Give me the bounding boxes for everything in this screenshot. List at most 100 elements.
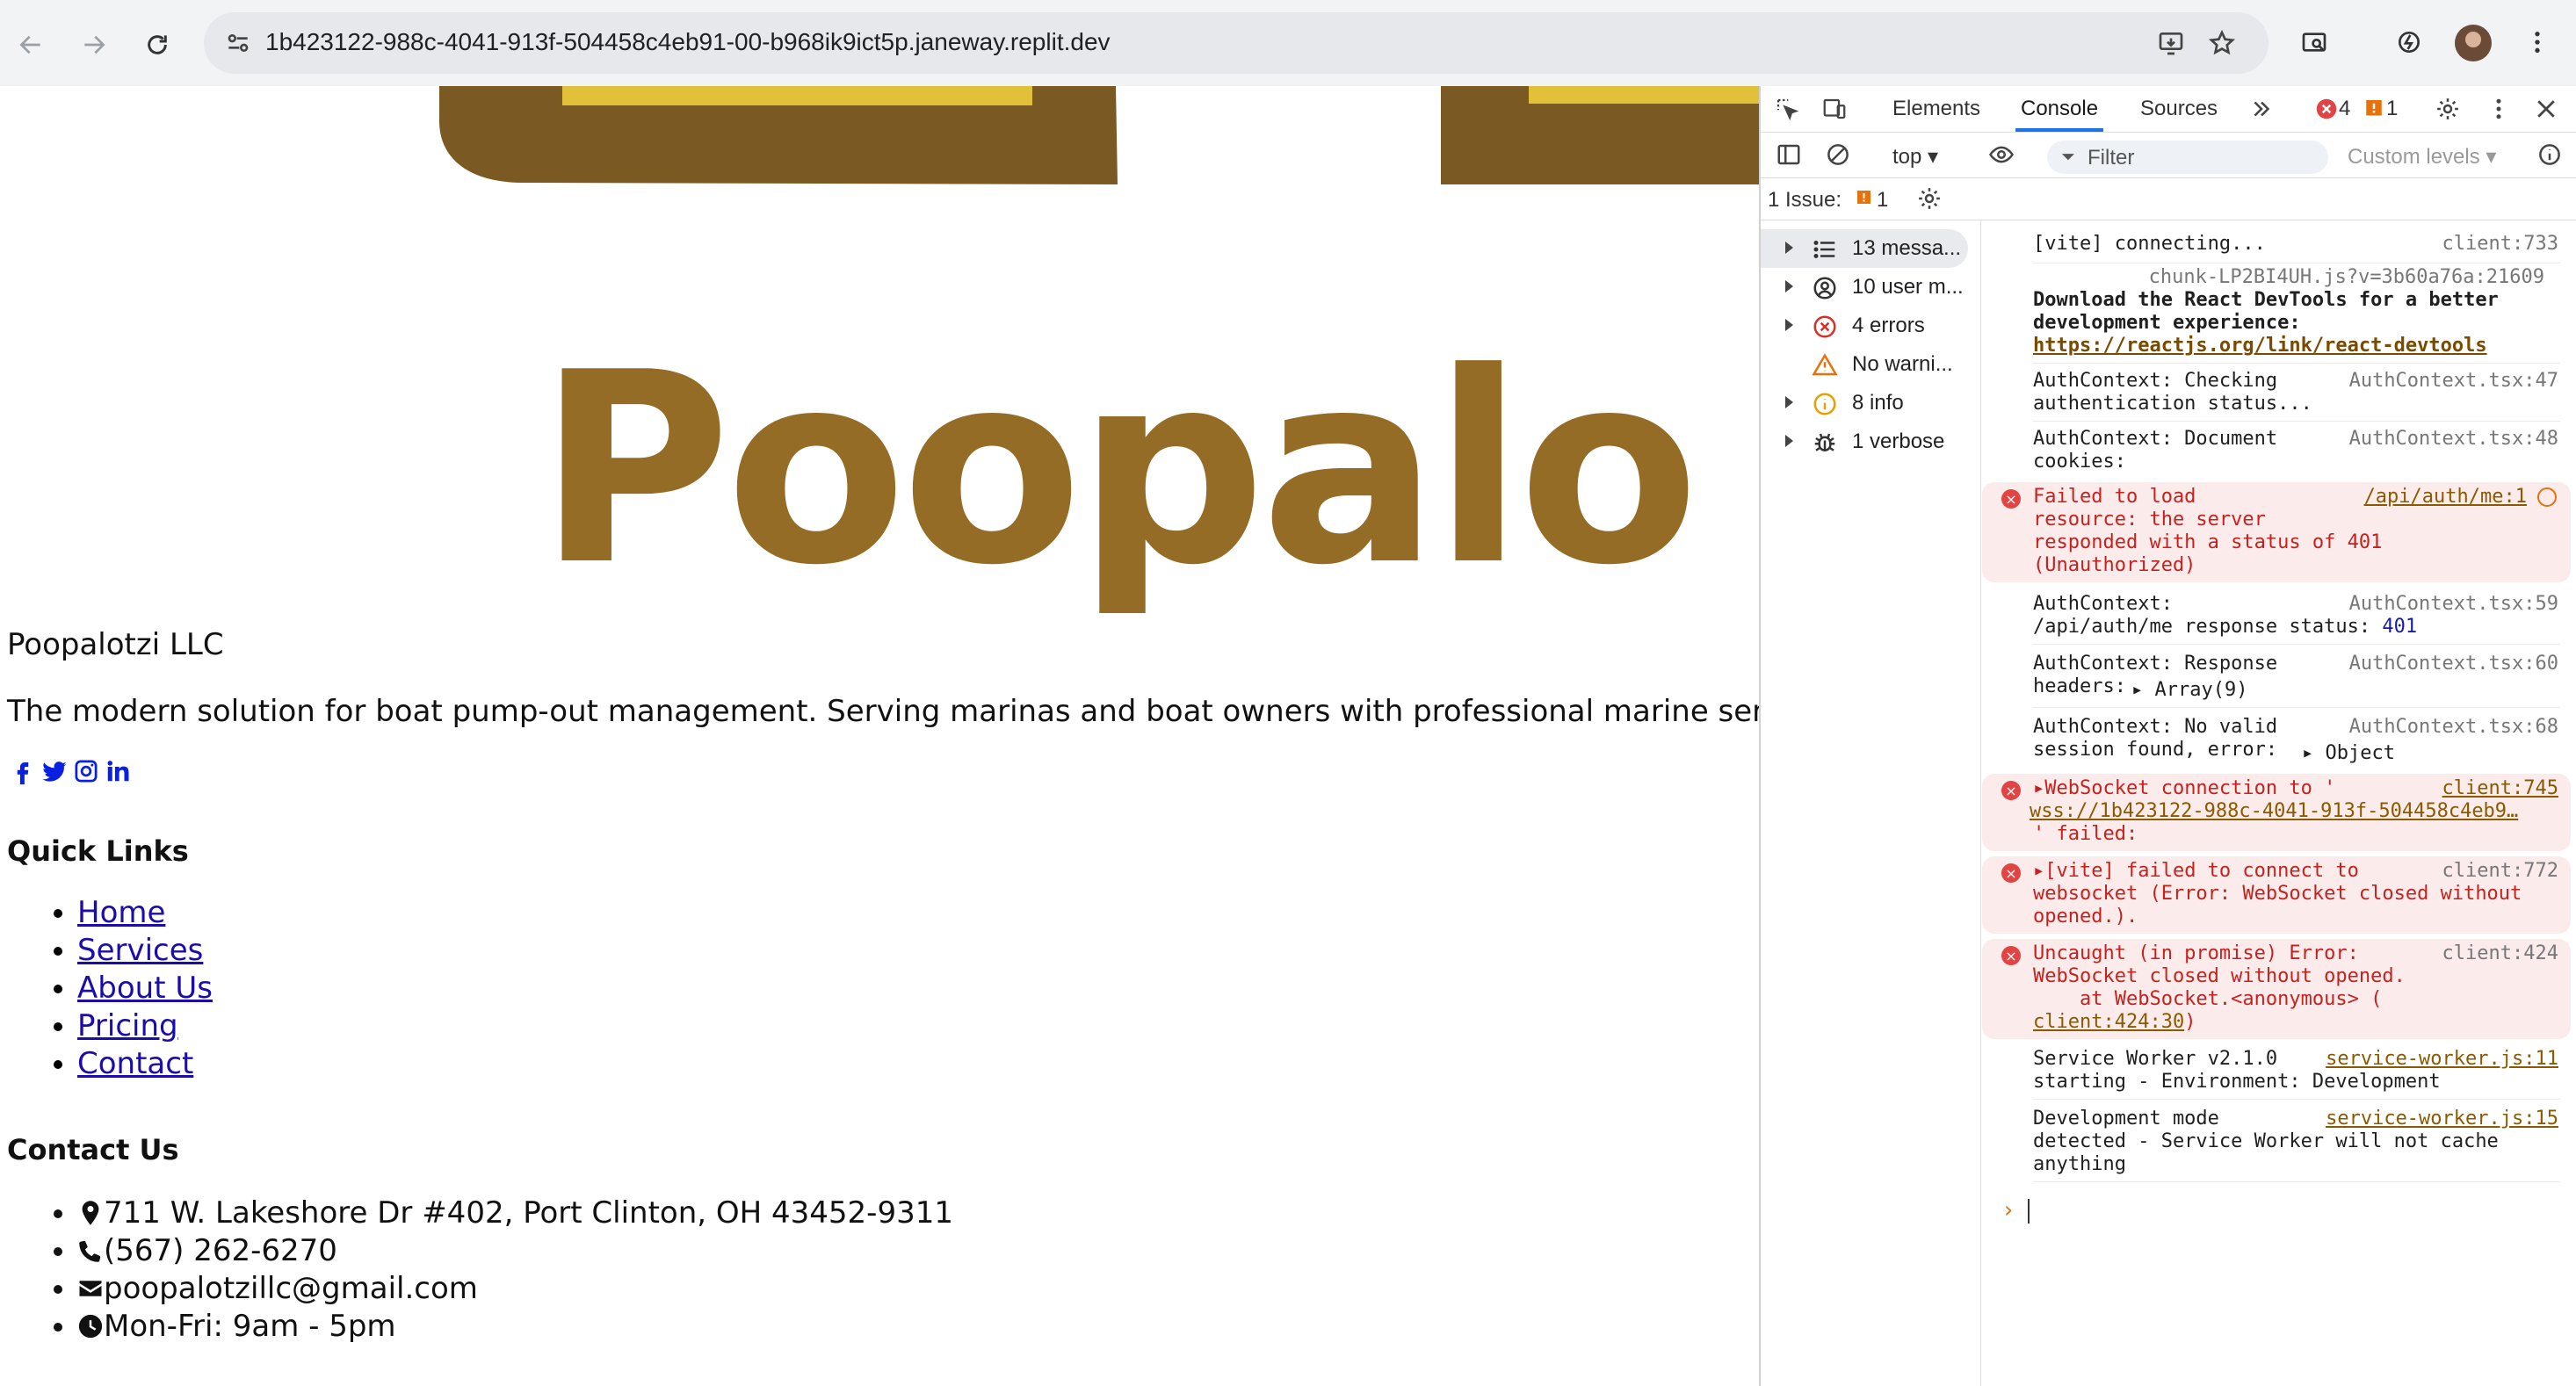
console-message: chunk-LP2BI4UH.js?v=3b60a76a:21609 Downl… — [1982, 266, 2571, 363]
device-toolbar-icon[interactable] — [1819, 93, 1850, 125]
message-source[interactable]: chunk-LP2BI4UH.js?v=3b60a76a:21609 — [2149, 266, 2544, 289]
filter-icon: ⏷ — [2061, 148, 2075, 167]
tab-console[interactable]: Console — [2021, 97, 2098, 121]
message-source[interactable]: AuthContext.tsx:68 — [2349, 716, 2558, 739]
context-select[interactable]: top ▾ — [1892, 144, 1938, 170]
company-name: Poopalotzi LLC — [7, 627, 224, 662]
error-count[interactable]: 4 — [2339, 97, 2350, 121]
console-input[interactable] — [2028, 1199, 2030, 1224]
forward-button[interactable] — [70, 21, 118, 69]
log-levels-value: Custom levels — [2348, 145, 2480, 169]
more-tabs-icon[interactable] — [2246, 93, 2277, 125]
user-icon — [1810, 273, 1840, 303]
error-count-icon[interactable] — [2311, 93, 2342, 125]
email-text: poopalotzillc@gmail.com — [104, 1271, 478, 1306]
sidebar-item-label: 1 verbose — [1852, 430, 1945, 453]
network-globe-icon[interactable] — [2537, 487, 2557, 507]
contact-link[interactable]: Contact — [77, 1046, 193, 1081]
linkedin-icon[interactable] — [104, 755, 132, 787]
message-source[interactable]: AuthContext.tsx:59 — [2349, 593, 2558, 616]
reload-button[interactable] — [134, 21, 181, 69]
caret-right-icon: ▸ — [2302, 742, 2314, 764]
message-source[interactable]: /api/auth/me:1 — [2364, 486, 2527, 509]
info-icon[interactable] — [2534, 139, 2565, 170]
divider — [2033, 1181, 2560, 1182]
issues-count: 1 — [1877, 188, 1889, 212]
tab-elements[interactable]: Elements — [1892, 97, 1980, 121]
divider — [2033, 421, 2560, 422]
twitter-icon[interactable] — [40, 755, 69, 787]
devtools-panel: Elements Console Sources 4 1 top ▾ ⏷ Fil… — [1759, 86, 2576, 1386]
sidebar-item-errors[interactable]: 4 errors — [1761, 307, 1980, 345]
log-levels-select[interactable]: Custom levels ▾ — [2348, 144, 2496, 170]
close-icon[interactable] — [2530, 93, 2562, 125]
message-source[interactable]: client:733 — [2442, 233, 2558, 256]
message-text-part: ) — [2184, 1011, 2196, 1033]
divider — [2033, 707, 2560, 708]
console-prompt: › — [2001, 1197, 2015, 1224]
list-icon — [1810, 235, 1840, 264]
pricing-link[interactable]: Pricing — [77, 1008, 178, 1043]
issues-label: 1 Issue: — [1768, 188, 1842, 212]
message-link[interactable]: client:424:30 — [2033, 1011, 2184, 1033]
warning-icon — [1810, 350, 1840, 380]
message-link[interactable]: https://reactjs.org/link/react-devtools — [2033, 335, 2487, 357]
filter-input[interactable]: ⏷ Filter — [2047, 141, 2328, 174]
address-bar[interactable]: 1b423122-988c-4041-913f-504458c4eb91-00-… — [204, 12, 2268, 74]
facebook-icon[interactable] — [9, 755, 37, 787]
hours-text: Mon-Fri: 9am - 5pm — [104, 1309, 396, 1344]
quick-links-list: Home Services About Us Pricing Contact — [35, 894, 213, 1083]
install-app-icon[interactable] — [2154, 26, 2188, 60]
expandable-object[interactable]: ▸ Object — [2302, 742, 2395, 765]
object-preview: Array(9) — [2154, 679, 2248, 701]
inspect-element-icon[interactable] — [1771, 93, 1803, 125]
bookmark-star-icon[interactable] — [2205, 26, 2239, 60]
error-icon: × — [2001, 863, 2021, 883]
issues-settings-gear-icon[interactable] — [1914, 183, 1945, 214]
home-link[interactable]: Home — [77, 895, 165, 930]
divider — [2033, 1099, 2560, 1100]
sidebar-item-warnings[interactable]: No warni... — [1761, 345, 1980, 384]
url-text[interactable]: 1b423122-988c-4041-913f-504458c4eb91-00-… — [265, 28, 1111, 56]
live-expression-eye-icon[interactable] — [1986, 139, 2017, 170]
kebab-menu-icon[interactable] — [2483, 93, 2514, 125]
list-item: Services — [77, 932, 213, 970]
extension-icon[interactable] — [2388, 21, 2430, 63]
about-us-link[interactable]: About Us — [77, 971, 213, 1006]
message-link[interactable]: wss://1b423122-988c-4041-913f-504458c4eb… — [2030, 800, 2518, 823]
tab-sources[interactable]: Sources — [2140, 97, 2218, 121]
error-icon — [1810, 312, 1840, 342]
info-icon — [1810, 389, 1840, 419]
expandable-object[interactable]: ▸ Array(9) — [2131, 679, 2247, 702]
clear-console-icon[interactable] — [1822, 139, 1854, 170]
back-button[interactable] — [7, 21, 54, 69]
issues-bar[interactable]: 1 Issue: 1 — [1761, 177, 2576, 220]
sidebar-item-info[interactable]: 8 info — [1761, 384, 1980, 422]
sidebar-item-user-messages[interactable]: 10 user m... — [1761, 268, 1980, 307]
sidebar-toggle-icon[interactable] — [1773, 139, 1805, 170]
phone-text: (567) 262-6270 — [104, 1233, 337, 1268]
caret-right-icon[interactable]: ▸ — [2033, 860, 2044, 882]
issue-flag-icon[interactable] — [2358, 93, 2390, 125]
message-source[interactable]: service-worker.js:11 — [2326, 1048, 2558, 1071]
message-source[interactable]: client:424 — [2442, 942, 2558, 965]
message-source[interactable]: AuthContext.tsx:48 — [2349, 428, 2558, 451]
issue-count[interactable]: 1 — [2386, 97, 2398, 121]
message-source[interactable]: AuthContext.tsx:60 — [2349, 653, 2558, 675]
browser-menu-icon[interactable] — [2516, 21, 2558, 63]
tab-search-icon[interactable] — [2293, 21, 2335, 63]
caret-right-icon[interactable]: ▸ — [2033, 777, 2044, 799]
profile-avatar[interactable] — [2455, 25, 2492, 61]
instagram-icon[interactable] — [72, 755, 100, 787]
message-source[interactable]: client:745 — [2442, 777, 2558, 800]
settings-gear-icon[interactable] — [2432, 93, 2464, 125]
services-link[interactable]: Services — [77, 933, 203, 968]
sidebar-item-verbose[interactable]: 1 verbose — [1761, 422, 1980, 461]
sidebar-item-label: 13 messa... — [1852, 236, 1962, 260]
sidebar-item-messages[interactable]: 13 messa... — [1761, 229, 1968, 268]
message-source[interactable]: AuthContext.tsx:47 — [2349, 370, 2558, 393]
site-settings-icon[interactable] — [221, 26, 255, 60]
message-source[interactable]: client:772 — [2442, 860, 2558, 883]
message-source[interactable]: service-worker.js:15 — [2326, 1108, 2558, 1130]
message-text: /api/auth/me response status: 401 — [2033, 616, 2417, 639]
